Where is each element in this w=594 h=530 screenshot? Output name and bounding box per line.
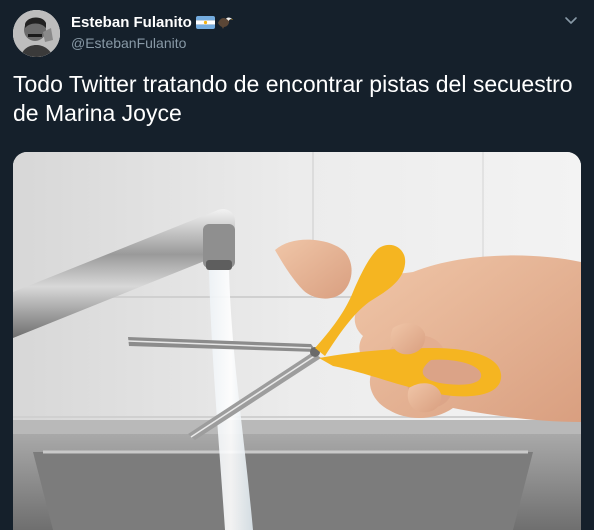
avatar[interactable] bbox=[13, 10, 60, 57]
display-name[interactable]: Esteban Fulanito bbox=[71, 14, 192, 31]
tweet-text: Todo Twitter tratando de encontrar pista… bbox=[13, 71, 573, 126]
argentina-flag-icon bbox=[195, 15, 215, 29]
tweet-card[interactable]: Esteban Fulanito @EstebanFulanito Todo T… bbox=[0, 0, 594, 530]
author-names: Esteban Fulanito @EstebanFulanito bbox=[71, 12, 233, 51]
eagle-icon bbox=[217, 14, 233, 30]
display-name-row: Esteban Fulanito bbox=[71, 12, 233, 32]
chevron-down-icon[interactable] bbox=[563, 12, 579, 28]
author-handle[interactable]: @EstebanFulanito bbox=[71, 35, 233, 51]
tweet-media-photo[interactable] bbox=[13, 152, 581, 530]
tweet-header: Esteban Fulanito @EstebanFulanito bbox=[13, 8, 581, 58]
